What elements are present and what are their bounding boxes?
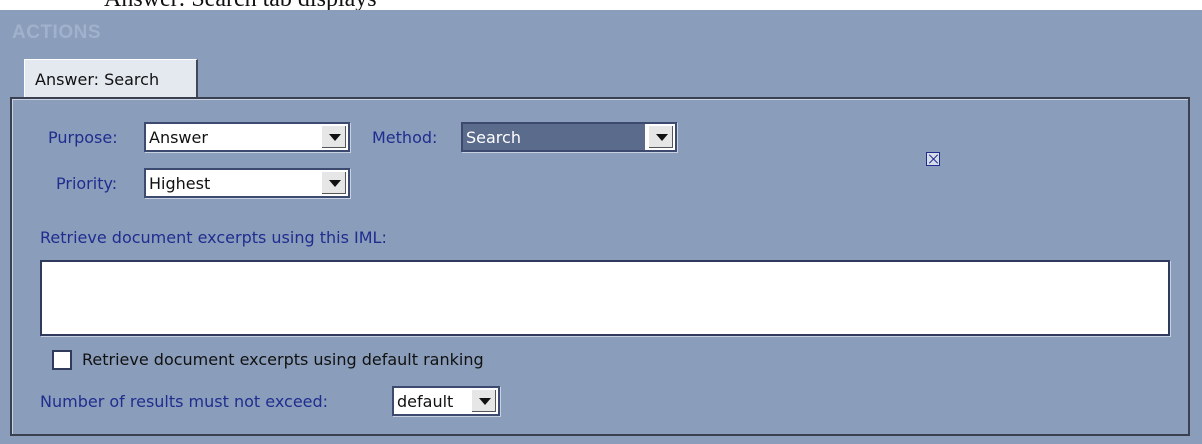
actions-panel: ACTIONS Answer: Search Purpose: Answer M…	[0, 10, 1202, 444]
chevron-down-icon[interactable]	[321, 125, 347, 149]
caption-text: Answer: Search tab displays	[104, 0, 377, 11]
section-title: ACTIONS	[12, 22, 101, 43]
priority-value: Highest	[149, 174, 211, 193]
chevron-down-icon[interactable]	[321, 171, 347, 195]
priority-select[interactable]: Highest	[144, 168, 350, 198]
method-value: Search	[466, 128, 521, 147]
method-label: Method:	[372, 128, 438, 147]
default-ranking-checkbox[interactable]	[52, 350, 72, 370]
chevron-down-icon[interactable]	[648, 125, 674, 149]
chevron-down-icon[interactable]	[471, 389, 497, 413]
max-results-select[interactable]: default	[392, 386, 500, 416]
purpose-label: Purpose:	[48, 128, 118, 147]
method-select[interactable]: Search	[461, 122, 677, 152]
priority-label: Priority:	[56, 174, 118, 193]
max-results-label: Number of results must not exceed:	[40, 392, 329, 411]
close-x-icon[interactable]	[926, 152, 940, 166]
purpose-select[interactable]: Answer	[144, 122, 350, 152]
default-ranking-label: Retrieve document excerpts using default…	[82, 350, 484, 369]
iml-textarea[interactable]	[40, 260, 1170, 336]
tab-answer-search[interactable]: Answer: Search	[24, 59, 198, 97]
purpose-value: Answer	[149, 128, 208, 147]
iml-label: Retrieve document excerpts using this IM…	[40, 228, 387, 247]
max-results-value: default	[397, 392, 454, 411]
